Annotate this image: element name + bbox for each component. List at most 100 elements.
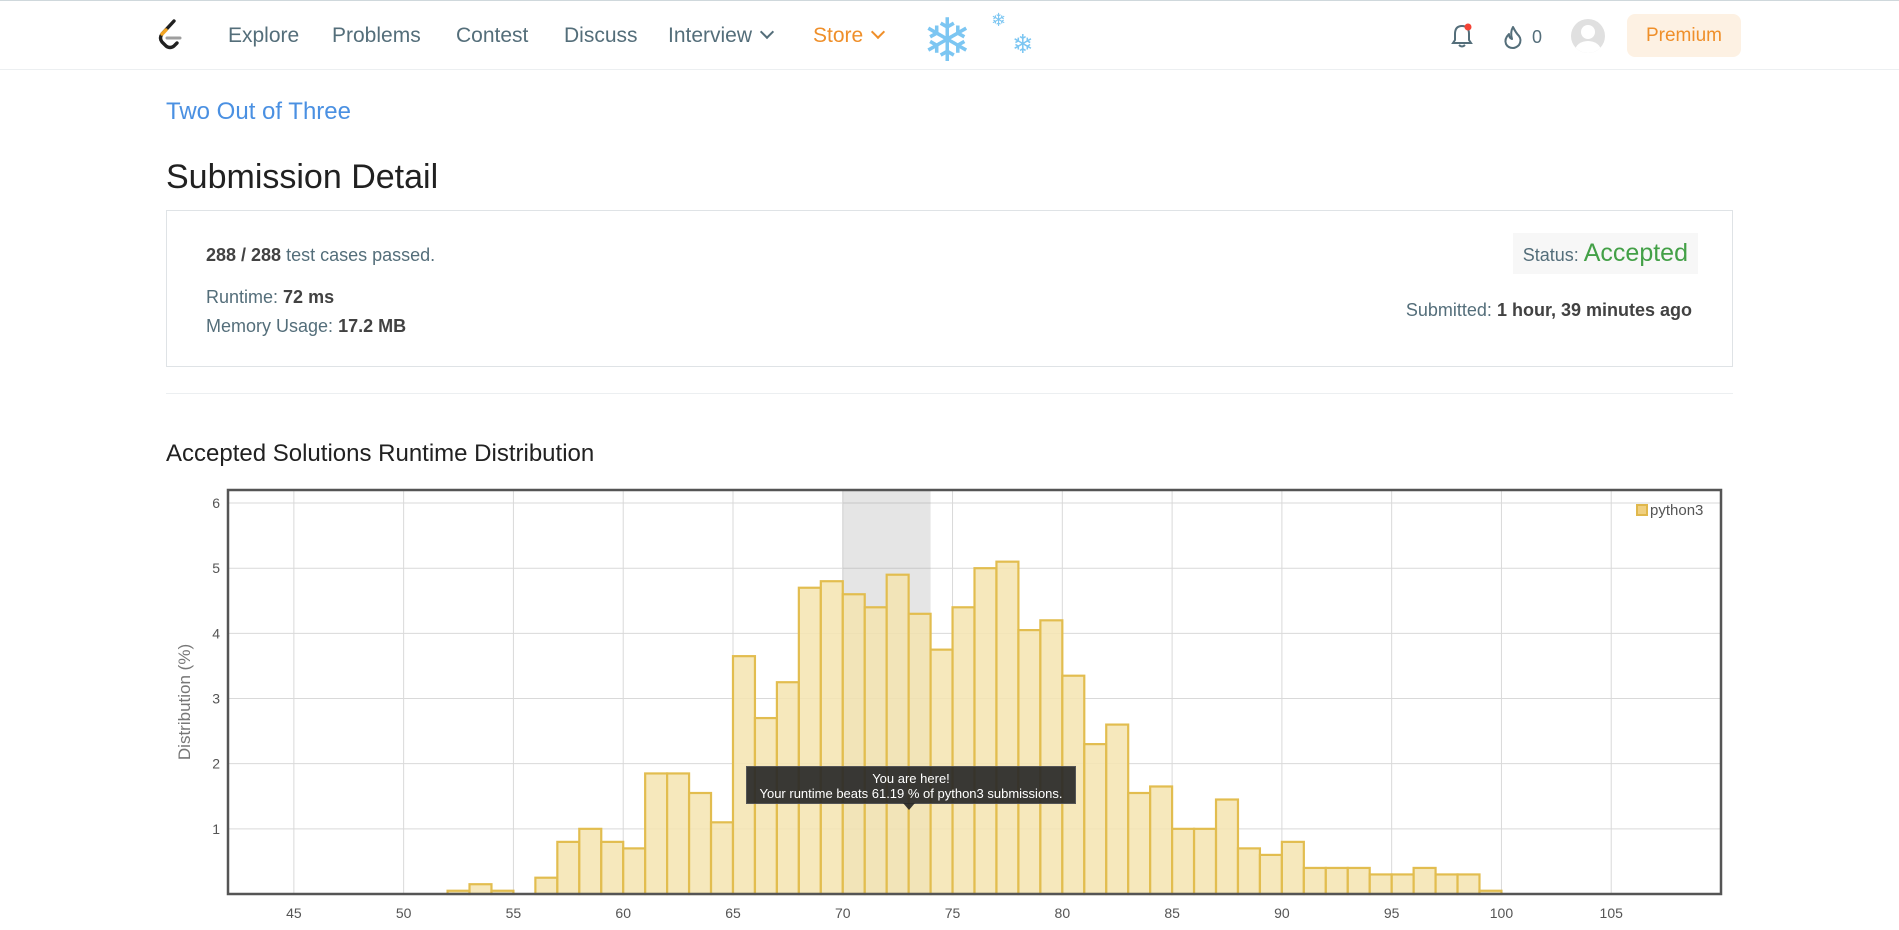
x-tick-label: 60: [615, 905, 631, 921]
you-are-here-tooltip: You are here! Your runtime beats 61.19 %…: [746, 766, 1076, 810]
bar[interactable]: [534, 876, 559, 896]
nav-store[interactable]: Store: [813, 24, 886, 48]
x-tick-label: 55: [506, 905, 522, 921]
bar[interactable]: [468, 883, 493, 896]
bar[interactable]: [841, 593, 866, 896]
nav-interview[interactable]: Interview: [668, 24, 775, 48]
bar[interactable]: [951, 606, 976, 896]
bar[interactable]: [1083, 743, 1108, 896]
bar[interactable]: [995, 560, 1020, 896]
bar[interactable]: [1105, 723, 1130, 896]
section-divider: [166, 393, 1733, 394]
bar[interactable]: [600, 840, 625, 896]
bar[interactable]: [1236, 847, 1262, 896]
bar[interactable]: [1412, 866, 1437, 896]
streak-count: 0: [1532, 27, 1543, 47]
bar[interactable]: [1302, 866, 1327, 896]
nav-problems[interactable]: Problems: [332, 24, 421, 48]
bar[interactable]: [1171, 827, 1196, 896]
bar[interactable]: [578, 827, 603, 896]
bar[interactable]: [1324, 866, 1349, 896]
test-cases-summary: 288 / 288 test cases passed.: [206, 245, 435, 266]
snowflake-icon: ❄: [922, 7, 973, 74]
submitted-row: Submitted: 1 hour, 39 minutes ago: [1406, 300, 1692, 321]
bar[interactable]: [797, 586, 822, 896]
fire-icon[interactable]: [1502, 25, 1524, 49]
y-tick-label: 3: [212, 691, 220, 707]
bar[interactable]: [1456, 873, 1481, 896]
snowflake-icon: ❄: [1012, 29, 1034, 59]
runtime-value: 72 ms: [283, 287, 335, 307]
avatar[interactable]: [1571, 19, 1605, 53]
bar[interactable]: [753, 716, 778, 896]
bar[interactable]: [1214, 798, 1240, 896]
snowflake-icon: ❄: [991, 10, 1007, 30]
test-cases-suffix: test cases passed.: [286, 245, 436, 265]
chart-legend[interactable]: python3: [1636, 502, 1703, 519]
bar[interactable]: [1280, 840, 1305, 896]
memory-value: 17.2 MB: [338, 316, 407, 336]
legend-swatch: [1636, 504, 1648, 516]
chevron-down-icon: [759, 24, 775, 40]
legend-label: python3: [1650, 502, 1704, 519]
x-tick-label: 90: [1274, 905, 1290, 921]
submission-detail-box: 288 / 288 test cases passed. Runtime: 72…: [166, 210, 1733, 367]
bell-icon[interactable]: [1450, 23, 1474, 49]
x-tick-label: 75: [945, 905, 961, 921]
tooltip-line-1: You are here!: [872, 771, 950, 786]
x-tick-label: 50: [396, 905, 412, 921]
chevron-down-icon: [871, 24, 886, 40]
x-tick-label: 100: [1490, 905, 1514, 921]
nav-discuss[interactable]: Discuss: [564, 24, 638, 48]
nav-contest[interactable]: Contest: [456, 24, 528, 48]
status-value[interactable]: Accepted: [1584, 239, 1688, 267]
bar[interactable]: [644, 772, 669, 896]
status-label: Status:: [1522, 245, 1579, 265]
bar[interactable]: [709, 821, 735, 896]
problem-title-link[interactable]: Two Out of Three: [166, 98, 351, 126]
submitted-value: 1 hour, 39 minutes ago: [1496, 300, 1692, 320]
bar[interactable]: [666, 772, 691, 896]
runtime-label: Runtime:: [206, 287, 279, 307]
memory-row: Memory Usage: 17.2 MB: [206, 316, 406, 337]
tooltip-arrow: [903, 803, 915, 810]
tooltip-line-2: Your runtime beats 61.19 % of python3 su…: [759, 786, 1063, 801]
bar[interactable]: [687, 791, 713, 896]
status-badge: Status: Accepted: [1512, 233, 1698, 274]
bar[interactable]: [907, 612, 932, 896]
memory-label: Memory Usage:: [206, 316, 334, 336]
test-cases-count: 288 / 288: [206, 245, 282, 265]
bar[interactable]: [1368, 873, 1393, 896]
bar[interactable]: [1346, 866, 1371, 896]
x-tick-label: 95: [1384, 905, 1400, 921]
nav-store-label: Store: [813, 24, 864, 47]
chart-svg: 45 50 55 60 65 70 75 80 85 90 95 100 105123456Distri…: [175, 488, 1723, 921]
bar[interactable]: [885, 573, 910, 896]
premium-button[interactable]: Premium: [1627, 14, 1741, 57]
y-tick-label: 1: [212, 821, 220, 837]
x-tick-label: 45: [286, 905, 302, 921]
bar[interactable]: [622, 847, 647, 896]
x-tick-label: 70: [835, 905, 851, 921]
x-tick-label: 80: [1055, 905, 1071, 921]
leetcode-logo-icon[interactable]: [154, 17, 186, 53]
x-tick-label: 65: [725, 905, 741, 921]
bar[interactable]: [556, 840, 581, 896]
bar[interactable]: [1390, 873, 1415, 896]
bar[interactable]: [973, 567, 998, 896]
x-tick-label: 105: [1600, 905, 1624, 921]
runtime-row: Runtime: 72 ms: [206, 287, 334, 308]
page-title: Submission Detail: [166, 158, 439, 196]
bar[interactable]: [863, 606, 888, 896]
runtime-distribution-chart[interactable]: 45 50 55 60 65 70 75 80 85 90 95 100 105 1 2 3 4 5 6 Distri…: [160, 480, 1740, 930]
bar[interactable]: [1258, 853, 1283, 896]
bar[interactable]: [1192, 827, 1218, 896]
bar[interactable]: [1127, 791, 1152, 896]
bar[interactable]: [1017, 628, 1042, 896]
bar[interactable]: [1434, 873, 1459, 896]
nav-explore[interactable]: Explore: [228, 24, 299, 48]
nav-interview-label: Interview: [668, 24, 753, 47]
bar[interactable]: [1039, 619, 1064, 896]
bar[interactable]: [1149, 785, 1174, 896]
bar[interactable]: [819, 580, 844, 896]
